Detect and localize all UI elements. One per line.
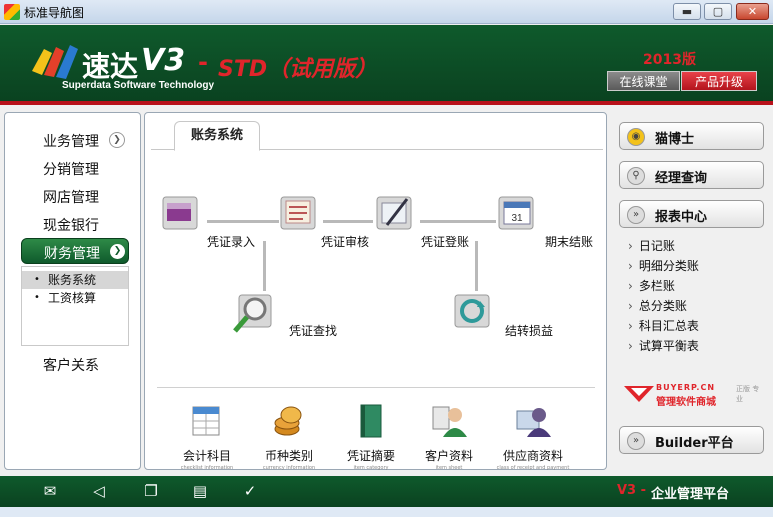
report-journal[interactable]: 日记账 xyxy=(628,237,675,254)
logo-name: 速达 xyxy=(82,50,139,83)
voucher-review-icon[interactable] xyxy=(277,191,323,237)
logo-subtitle: Superdata Software Technology xyxy=(62,80,215,91)
sidebar-item-finance[interactable]: 财务管理 ❯ xyxy=(21,238,129,264)
calendar-icon[interactable]: 31 xyxy=(495,191,541,237)
bottom-bar: ✉ ◁ ❐ ▤ ✓ V3 - 企业管理平台 xyxy=(0,476,773,507)
flow-connector xyxy=(263,241,266,291)
flow-label-profit-loss[interactable]: 结转损益 xyxy=(505,322,553,339)
flow-label-voucher-search[interactable]: 凭证查找 xyxy=(289,322,337,339)
sidebar: 业务管理 ❯ 分销管理 网店管理 现金银行 财务管理 ❯ 账务系统 工资核算 客… xyxy=(4,112,141,470)
search-icon: ⚲ xyxy=(627,167,645,185)
report-account-summary[interactable]: 科目汇总表 xyxy=(628,317,699,334)
sidebar-item-eshop[interactable]: 网店管理 xyxy=(43,187,99,207)
spreadsheet-icon xyxy=(192,406,220,436)
sidebar-item-label: 财务管理 xyxy=(44,246,100,262)
doctor-button[interactable]: ◉ 猫博士 xyxy=(619,122,764,150)
flow-connector xyxy=(475,241,478,291)
shortcut-account-items[interactable]: 会计科目 checklist information xyxy=(167,401,247,471)
report-trial-balance[interactable]: 试算平衡表 xyxy=(628,337,699,354)
sidebar-item-distribution[interactable]: 分销管理 xyxy=(43,159,99,179)
main-panel: 账务系统 凭证录入 凭证审核 凭证登账 31 期末结账 凭证查找 结转损益 会计… xyxy=(144,112,607,471)
close-button[interactable]: ✕ xyxy=(736,3,769,20)
shop-logo: BUYERP.CN 管理软件商城 正版 专业 xyxy=(622,380,762,410)
shortcut-voucher-summary[interactable]: 凭证摘要 item category xyxy=(331,401,411,471)
voucher-posting-icon[interactable] xyxy=(373,191,419,237)
report-detail-ledger[interactable]: 明细分类账 xyxy=(628,257,699,274)
double-chevron-icon: » xyxy=(627,432,645,450)
flow-label-voucher-posting[interactable]: 凭证登账 xyxy=(421,233,469,250)
shortcut-customer-data[interactable]: 客户资料 item sheet xyxy=(409,401,489,471)
year-label: 2013版 xyxy=(643,52,696,68)
minimize-button[interactable]: ▬ xyxy=(673,3,701,20)
speaker-icon[interactable]: ◁ xyxy=(89,482,109,500)
book-icon xyxy=(360,404,382,438)
submenu-item-accounting[interactable]: 账务系统 xyxy=(22,271,128,289)
online-class-button[interactable]: 在线课堂 xyxy=(607,71,680,91)
user-icon xyxy=(432,406,467,437)
double-chevron-icon: » xyxy=(627,206,645,224)
flow-connector xyxy=(420,220,496,223)
refresh-icon[interactable] xyxy=(451,289,497,335)
tab-accounting[interactable]: 账务系统 xyxy=(174,121,260,151)
chevron-down-icon: ❯ xyxy=(110,244,125,259)
report-multi-column[interactable]: 多栏账 xyxy=(628,277,675,294)
status-strip xyxy=(0,507,773,517)
sidebar-item-crm[interactable]: 客户关系 xyxy=(43,355,99,375)
sidebar-item-cash-bank[interactable]: 现金银行 xyxy=(43,215,99,235)
logo-dash: - xyxy=(198,48,208,76)
shop-logo-icon xyxy=(624,386,654,402)
shortcut-currency[interactable]: 币种类别 currency information xyxy=(249,401,329,471)
finance-submenu: 账务系统 工资核算 xyxy=(21,266,129,346)
footer-platform: 企业管理平台 xyxy=(651,487,730,502)
maximize-button[interactable]: ▢ xyxy=(704,3,732,20)
flow-label-voucher-entry[interactable]: 凭证录入 xyxy=(207,233,255,250)
app-header: 速达 V3 - STD（试用版） Superdata Software Tech… xyxy=(0,25,773,105)
check-circle-icon[interactable]: ✓ xyxy=(240,482,260,500)
flow-label-voucher-review[interactable]: 凭证审核 xyxy=(321,233,369,250)
flow-connector xyxy=(323,220,373,223)
coins-icon xyxy=(274,406,302,436)
report-center-button[interactable]: » 报表中心 xyxy=(619,200,764,228)
submenu-item-payroll[interactable]: 工资核算 xyxy=(22,289,128,307)
shortcut-supplier-data[interactable]: 供应商资料 class of receipt and payment xyxy=(493,401,573,471)
builder-button[interactable]: » Builder平台 xyxy=(619,426,764,454)
supplier-icon xyxy=(516,408,551,437)
title-bar: 标准导航图 ▬ ▢ ✕ xyxy=(0,0,773,24)
chevron-down-icon[interactable]: ❯ xyxy=(109,132,125,148)
logo-edition: STD（试用版） xyxy=(218,57,378,82)
owl-icon: ◉ xyxy=(627,128,645,146)
flow-label-period-close[interactable]: 期末结账 xyxy=(545,233,593,250)
voucher-entry-icon[interactable] xyxy=(159,191,205,237)
manager-query-button[interactable]: ⚲ 经理查询 xyxy=(619,161,764,189)
svg-text:31: 31 xyxy=(511,213,523,224)
mail-icon[interactable]: ✉ xyxy=(40,482,60,500)
sidebar-item-business[interactable]: 业务管理 xyxy=(43,131,99,151)
open-book-icon[interactable]: ❐ xyxy=(141,482,161,500)
report-general-ledger[interactable]: 总分类账 xyxy=(628,297,687,314)
magnifier-icon[interactable] xyxy=(231,289,277,335)
logo-version: V3 xyxy=(141,43,186,78)
upgrade-button[interactable]: 产品升级 xyxy=(681,71,757,91)
flow-connector xyxy=(207,220,279,223)
app-icon xyxy=(4,4,20,20)
logo-icon xyxy=(32,45,78,79)
footer-brand: V3 - xyxy=(617,483,647,498)
window-title: 标准导航图 xyxy=(24,6,85,20)
documents-icon[interactable]: ▤ xyxy=(190,482,210,500)
